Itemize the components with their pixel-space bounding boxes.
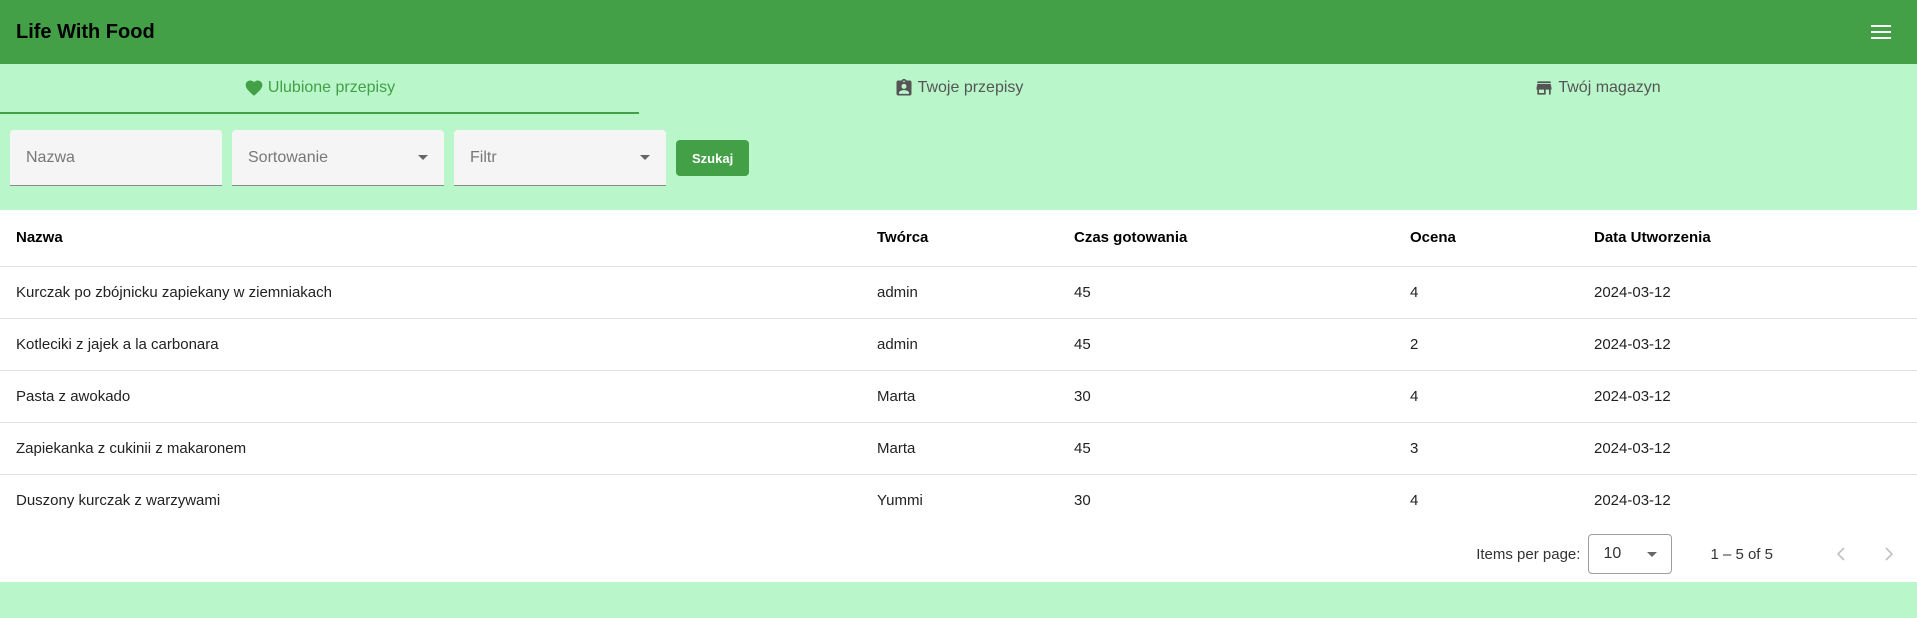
- next-page-button[interactable]: [1869, 534, 1909, 574]
- cell-created-date: 2024-03-12: [1594, 491, 1671, 509]
- cell-creator: Marta: [861, 370, 1058, 423]
- column-header-rating[interactable]: Ocena: [1394, 210, 1578, 267]
- previous-page-button[interactable]: [1821, 534, 1861, 574]
- table-row[interactable]: Kotleciki z jajek a la carbonara admin 4…: [0, 318, 1917, 371]
- tab-bar: Ulubione przepisy Twoje przepisy Twój ma…: [0, 64, 1917, 114]
- cell-created-date: 2024-03-12: [1578, 370, 1917, 423]
- tab-label: Ulubione przepisy: [267, 79, 396, 96]
- cell-rating: 4: [1410, 491, 1419, 509]
- search-button[interactable]: Szukaj: [676, 140, 750, 176]
- filter-placeholder: Filtr: [470, 148, 497, 166]
- table-row[interactable]: Kurczak po zbójnicku zapiekany w ziemnia…: [0, 266, 1917, 319]
- name-input[interactable]: [26, 148, 206, 167]
- dropdown-arrow-icon: [1647, 551, 1658, 557]
- cell-rating: 4: [1394, 370, 1578, 423]
- cell-name: Zapiekanka z cukinii z makaronem: [0, 422, 861, 475]
- name-field[interactable]: [10, 130, 222, 186]
- items-per-page-label: Items per page:: [1476, 545, 1581, 563]
- filter-select[interactable]: Filtr: [454, 130, 666, 186]
- cell-created-date: 2024-03-12: [1578, 266, 1917, 319]
- tab-label: Twój magazyn: [1558, 79, 1661, 96]
- cell-cooking-time: 30: [1074, 491, 1091, 509]
- top-toolbar: Life With Food: [0, 0, 1917, 64]
- cell-creator: admin: [861, 266, 1058, 319]
- column-header-name[interactable]: Nazwa: [0, 210, 861, 267]
- column-header-created-date[interactable]: Data Utworzenia: [1578, 210, 1917, 267]
- table-row[interactable]: Pasta z awokado Marta 30 4 2024-03-12: [0, 370, 1917, 423]
- cell-name: Kurczak po zbójnicku zapiekany w ziemnia…: [0, 266, 861, 319]
- cell-cooking-time: 30: [1058, 370, 1394, 423]
- cell-name: Pasta z awokado: [0, 370, 861, 423]
- tab-favourite-recipes[interactable]: Ulubione przepisy: [0, 64, 639, 114]
- chevron-right-icon: [1885, 547, 1894, 561]
- cell-created-date: 2024-03-12: [1578, 422, 1917, 475]
- menu-button[interactable]: [1861, 12, 1901, 52]
- page-range-label: 1 – 5 of 5: [1710, 545, 1773, 563]
- cell-cooking-time: 45: [1058, 266, 1394, 319]
- sort-placeholder: Sortowanie: [248, 148, 329, 166]
- cell-cooking-time: 45: [1058, 318, 1394, 371]
- cell-created-date: 2024-03-12: [1578, 318, 1917, 371]
- table-row[interactable]: Duszony kurczak z warzywami Yummi 30 4 2…: [0, 474, 1917, 526]
- paginator: Items per page: 10 1 – 5 of 5: [0, 526, 1917, 582]
- column-header-creator[interactable]: Twórca: [861, 210, 1058, 267]
- hamburger-menu-icon: [1871, 25, 1891, 39]
- cell-creator: admin: [861, 318, 1058, 371]
- cell-rating: 2: [1394, 318, 1578, 371]
- cell-rating: 3: [1394, 422, 1578, 475]
- filter-bar: Sortowanie Filtr Szukaj: [0, 114, 1917, 202]
- table-header-row: Nazwa Twórca Czas gotowania Ocena Data U…: [0, 210, 1917, 267]
- tab-your-storage[interactable]: Twój magazyn: [1278, 64, 1917, 112]
- dropdown-arrow-icon: [418, 155, 428, 160]
- column-header-cooking-time[interactable]: Czas gotowania: [1058, 210, 1394, 267]
- tab-label: Twoje przepisy: [917, 79, 1024, 96]
- sort-select[interactable]: Sortowanie: [232, 130, 444, 186]
- cell-name: Duszony kurczak z warzywami: [16, 491, 221, 509]
- clipboard-user-icon: [896, 78, 912, 96]
- table-row[interactable]: Zapiekanka z cukinii z makaronem Marta 4…: [0, 422, 1917, 475]
- page-size-select[interactable]: 10: [1588, 534, 1673, 574]
- cell-creator: Marta: [861, 422, 1058, 475]
- cell-rating: 4: [1394, 266, 1578, 319]
- recipes-table: Nazwa Twórca Czas gotowania Ocena Data U…: [0, 210, 1917, 526]
- cell-cooking-time: 45: [1058, 422, 1394, 475]
- dropdown-arrow-icon: [640, 155, 650, 160]
- store-icon: [1536, 81, 1552, 95]
- page-size-value: 10: [1603, 545, 1622, 562]
- chevron-left-icon: [1836, 547, 1845, 561]
- recipes-table-card: Nazwa Twórca Czas gotowania Ocena Data U…: [0, 210, 1917, 582]
- cell-name: Kotleciki z jajek a la carbonara: [0, 318, 861, 371]
- app-title: Life With Food: [16, 20, 155, 43]
- tab-your-recipes[interactable]: Twoje przepisy: [639, 64, 1278, 112]
- heart-icon: [245, 80, 263, 96]
- cell-creator: Yummi: [877, 491, 923, 509]
